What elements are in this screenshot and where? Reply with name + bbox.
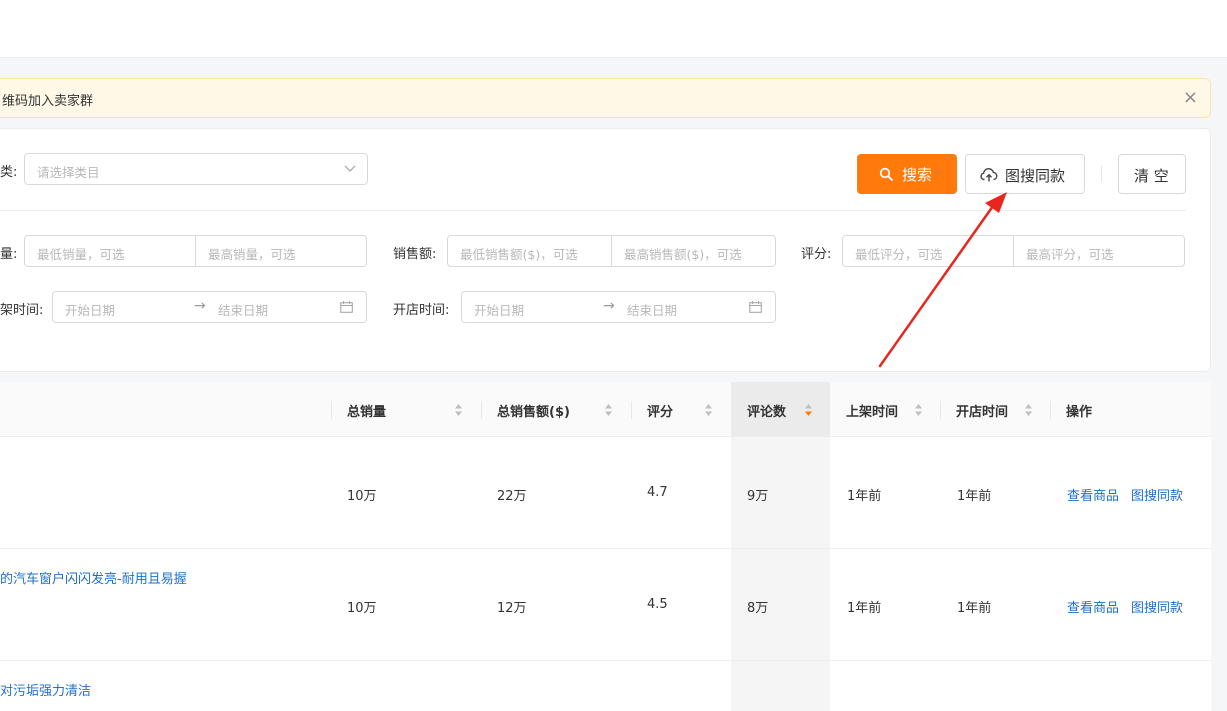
column-title: 上架时间 xyxy=(846,405,899,420)
cell-total-sales: 10万 xyxy=(347,489,377,504)
cell-total-revenue: 12万 xyxy=(497,601,527,616)
sales-min-input[interactable]: 最低销量，可选 xyxy=(37,244,125,263)
column-header-rating[interactable]: 评分 xyxy=(631,382,731,437)
column-title: 总销量 xyxy=(347,405,387,420)
cell-rating: 4.7 xyxy=(647,485,668,500)
top-header-bar xyxy=(0,0,1227,58)
sort-icon[interactable] xyxy=(914,402,923,418)
listed-time-range-picker[interactable]: 开始日期 → 结束日期 xyxy=(52,291,367,323)
revenue-range-input[interactable]: 最低销售额($)，可选 最高销售额($)，可选 xyxy=(447,235,776,267)
calendar-icon xyxy=(749,301,762,313)
column-divider xyxy=(940,401,941,419)
cloud-upload-icon xyxy=(980,168,998,182)
chevron-down-icon xyxy=(344,165,356,172)
range-arrow-icon: → xyxy=(194,298,206,314)
sort-desc-icon[interactable] xyxy=(804,402,813,418)
category-placeholder: 请选择类目 xyxy=(37,165,100,180)
close-icon[interactable]: × xyxy=(1183,87,1198,108)
range-arrow-icon: → xyxy=(603,298,615,314)
image-search-link[interactable]: 图搜同款 xyxy=(1131,485,1183,504)
notice-banner: 维码加入卖家群 × xyxy=(0,78,1211,118)
sales-range-input[interactable]: 最低销量，可选 最高销量，可选 xyxy=(24,235,367,267)
search-button[interactable]: 搜索 xyxy=(857,154,957,194)
column-divider xyxy=(481,401,482,419)
cell-total-revenue: 22万 xyxy=(497,489,527,504)
column-header-total-sales[interactable]: 总销量 xyxy=(331,382,481,437)
clear-button[interactable]: 清 空 xyxy=(1118,154,1186,194)
search-button-label: 搜索 xyxy=(902,166,933,184)
shop-time-label: 开店时间: xyxy=(393,303,450,318)
column-title: 开店时间 xyxy=(956,405,1009,420)
cell-total-sales: 10万 xyxy=(347,601,377,616)
listed-time-label: 架时间: xyxy=(0,303,44,318)
listed-end-date[interactable]: 结束日期 xyxy=(218,300,268,319)
row-divider xyxy=(0,548,1211,549)
range-separator xyxy=(611,236,612,266)
filter-panel: 类: 请选择类目 搜索 图搜同款 清 空 量: 最低销量，可选 最高销量，可选 … xyxy=(0,128,1211,372)
column-title: 评论数 xyxy=(747,405,787,420)
cell-listed-time: 1年前 xyxy=(847,489,882,504)
range-separator xyxy=(195,236,196,266)
clear-button-label: 清 空 xyxy=(1134,167,1169,185)
product-title-link[interactable]: 对污垢强力清洁 xyxy=(0,680,91,699)
cell-shop-time: 1年前 xyxy=(957,601,992,616)
rating-label: 评分: xyxy=(801,247,832,262)
cell-reviews: 8万 xyxy=(747,601,769,616)
column-divider xyxy=(331,401,332,419)
column-title: 评分 xyxy=(647,405,674,420)
notice-text: 维码加入卖家群 xyxy=(2,94,94,109)
shop-start-date[interactable]: 开始日期 xyxy=(474,300,524,319)
calendar-icon xyxy=(340,301,353,313)
filter-divider xyxy=(0,210,1186,211)
table-header: 总销量 总销售额($) 评分 评论数 上架时间 开店时间 操作 xyxy=(0,382,1211,437)
sort-icon[interactable] xyxy=(454,402,463,418)
sales-label: 量: xyxy=(0,247,18,262)
column-divider xyxy=(1050,401,1051,419)
view-product-link[interactable]: 查看商品 xyxy=(1067,597,1119,616)
column-divider xyxy=(631,401,632,419)
column-header-actions: 操作 xyxy=(1050,382,1211,437)
shop-end-date[interactable]: 结束日期 xyxy=(627,300,677,319)
category-select[interactable]: 请选择类目 xyxy=(24,153,368,185)
product-title-link[interactable]: 的汽车窗户闪闪发亮-耐用且易握 xyxy=(0,568,187,587)
row-divider xyxy=(0,660,1211,661)
column-header-shop-time[interactable]: 开店时间 xyxy=(940,382,1050,437)
revenue-label: 销售额: xyxy=(393,247,437,262)
search-icon xyxy=(879,167,893,181)
rating-max-input[interactable]: 最高评分，可选 xyxy=(1026,244,1114,263)
view-product-link[interactable]: 查看商品 xyxy=(1067,485,1119,504)
range-separator xyxy=(1013,236,1014,266)
column-header-reviews[interactable]: 评论数 xyxy=(731,382,830,437)
rating-min-input[interactable]: 最低评分，可选 xyxy=(855,244,943,263)
image-search-link[interactable]: 图搜同款 xyxy=(1131,597,1183,616)
column-header-listed-time[interactable]: 上架时间 xyxy=(830,382,940,437)
cell-listed-time: 1年前 xyxy=(847,601,882,616)
sort-icon[interactable] xyxy=(1024,402,1033,418)
revenue-min-input[interactable]: 最低销售额($)，可选 xyxy=(460,244,578,263)
image-search-button[interactable]: 图搜同款 xyxy=(965,154,1085,194)
cell-rating: 4.5 xyxy=(647,597,668,612)
cell-shop-time: 1年前 xyxy=(957,489,992,504)
product-table: 总销量 总销售额($) 评分 评论数 上架时间 开店时间 操作 10万 22万 … xyxy=(0,382,1211,711)
listed-start-date[interactable]: 开始日期 xyxy=(65,300,115,319)
button-divider xyxy=(1101,166,1102,182)
sales-max-input[interactable]: 最高销量，可选 xyxy=(208,244,296,263)
shop-time-range-picker[interactable]: 开始日期 → 结束日期 xyxy=(461,291,776,323)
rating-range-input[interactable]: 最低评分，可选 最高评分，可选 xyxy=(842,235,1185,267)
sort-icon[interactable] xyxy=(704,402,713,418)
column-header-total-revenue[interactable]: 总销售额($) xyxy=(481,382,631,437)
image-search-button-label: 图搜同款 xyxy=(1005,167,1066,185)
category-label: 类: xyxy=(0,165,18,180)
cell-reviews: 9万 xyxy=(747,489,769,504)
revenue-max-input[interactable]: 最高销售额($)，可选 xyxy=(624,244,742,263)
column-title: 操作 xyxy=(1066,405,1093,420)
sort-icon[interactable] xyxy=(604,402,613,418)
column-title: 总销售额($) xyxy=(497,405,570,420)
